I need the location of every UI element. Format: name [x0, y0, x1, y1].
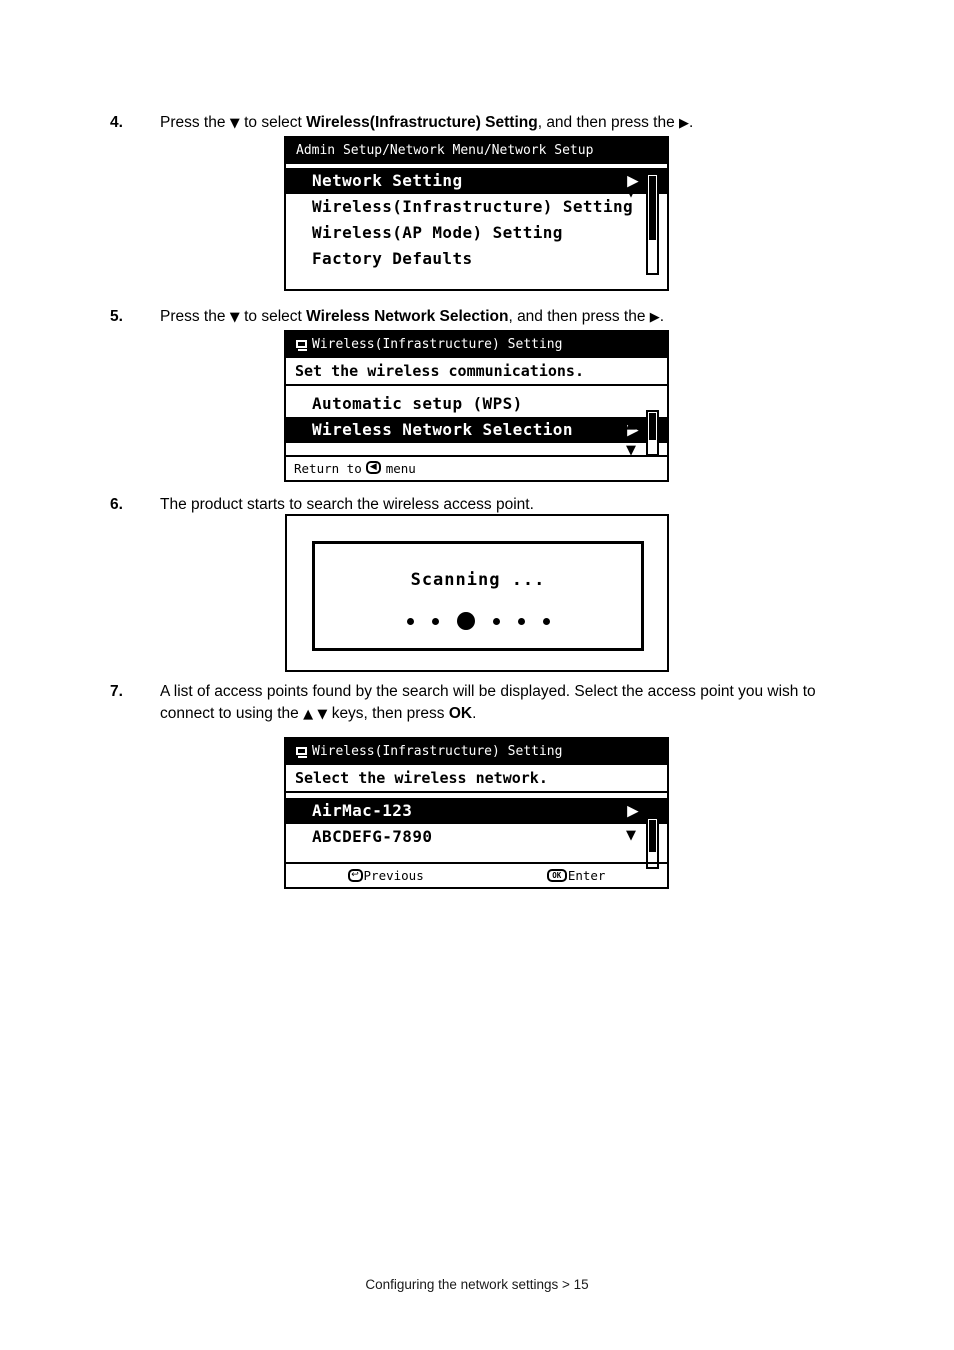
previous-hint[interactable]: ↩ Previous — [347, 868, 424, 883]
lcd-footer-network-select: ↩ Previous OK Enter — [286, 862, 667, 887]
step-4-text-end: . — [689, 114, 694, 131]
up-arrow-icon: ▲ — [303, 707, 314, 722]
lcd-title-network-setup: Admin Setup/Network Menu/Network Setup — [286, 138, 667, 164]
step-6: 6. The product starts to search the wire… — [110, 494, 850, 516]
step-5-text-end: . — [659, 308, 665, 325]
step-5-text-mid: to select — [244, 308, 302, 325]
menu-item-label: Factory Defaults — [312, 249, 473, 268]
scroll-down-caret-icon[interactable]: ▼ — [626, 186, 636, 199]
lcd-menu-list-network-setup: Network Setting ▶ Wireless(Infrastructur… — [286, 164, 667, 276]
lcd-title-wireless-setting: Wireless(Infrastructure) Setting — [286, 332, 667, 358]
menu-item-label: Automatic setup (WPS) — [312, 394, 523, 413]
step-7-number: 7. — [110, 683, 123, 700]
progress-dot — [492, 617, 500, 625]
enter-label: Enter — [567, 868, 606, 883]
step-4-text-before: Press the — [160, 114, 226, 131]
step-5-text-before: Press the — [160, 308, 226, 325]
network-item-airmac-123[interactable]: AirMac-123 ▶ — [286, 798, 667, 824]
lcd-menu-list-wireless-setting: Automatic setup (WPS) Wireless Network S… — [286, 386, 667, 447]
step-7-bold-term: OK — [448, 705, 473, 722]
network-item-abcdefg-7890[interactable]: ABCDEFG-7890 — [286, 824, 667, 850]
scrollbar-thumb[interactable] — [649, 413, 656, 440]
scanning-progress-dots — [315, 612, 641, 630]
step-7: 7. A list of access points found by the … — [110, 681, 850, 726]
scanning-message: Scanning ... — [410, 570, 546, 590]
right-arrow-icon: ▶ — [649, 310, 660, 325]
menu-item-factory-defaults[interactable]: Factory Defaults — [286, 246, 667, 272]
down-arrow-icon: ▼ — [229, 116, 240, 131]
menu-item-label: Network Setting — [312, 171, 463, 190]
network-item-label: ABCDEFG-7890 — [312, 827, 433, 846]
progress-dot-active — [456, 612, 475, 630]
scrollbar-thumb[interactable] — [649, 820, 656, 852]
enter-hint[interactable]: OK Enter — [546, 868, 606, 883]
footer-prefix: Return to — [294, 461, 362, 476]
step-7-text-end: . — [472, 705, 477, 722]
menu-item-wireless-infrastructure-setting[interactable]: Wireless(Infrastructure) Setting — [286, 194, 667, 220]
step-4-text-after: , and then press the — [537, 114, 675, 131]
step-4-text-mid: to select — [244, 114, 302, 131]
lcd-title-network-select: Wireless(Infrastructure) Setting — [286, 739, 667, 765]
step-7-text: A list of access points found by the sea… — [160, 681, 850, 726]
return-to-menu-hint: Return to ◀ menu — [294, 461, 416, 476]
step-4-bold-term: Wireless(Infrastructure) Setting — [306, 114, 538, 131]
back-key-icon[interactable]: ◀ — [365, 461, 381, 474]
document-page: 4. Press the ▼ to select Wireless(Infras… — [0, 0, 954, 1350]
display-icon — [296, 746, 309, 758]
menu-item-automatic-setup-wps[interactable]: Automatic setup (WPS) — [286, 391, 667, 417]
lcd-scrollbar[interactable] — [646, 410, 659, 456]
step-5-text: Press the ▼ to select Wireless Network S… — [160, 306, 850, 329]
step-5-bold-term: Wireless Network Selection — [306, 308, 509, 325]
scroll-up-caret-icon[interactable]: ▲ — [626, 418, 636, 431]
lcd-network-list: AirMac-123 ▶ ABCDEFG-7890 — [286, 793, 667, 854]
display-icon — [296, 339, 309, 351]
down-arrow-icon: ▼ — [229, 310, 240, 325]
step-5-number: 5. — [110, 308, 123, 325]
menu-item-network-setting[interactable]: Network Setting ▶ — [286, 168, 667, 194]
back-key-icon: ↩ — [347, 869, 363, 882]
step-7-text-mid: keys, then press — [331, 705, 445, 722]
footer-suffix: menu — [385, 461, 416, 476]
progress-dot — [517, 617, 525, 625]
step-7-text-before: A list of access points found by the sea… — [160, 683, 816, 722]
scroll-down-caret-icon[interactable]: ▼ — [626, 829, 636, 842]
right-arrow-icon: ▶ — [679, 116, 690, 131]
progress-dot — [406, 617, 414, 625]
menu-item-label: Wireless(Infrastructure) Setting — [312, 197, 634, 216]
lcd-subtitle-wireless-setting: Set the wireless communications. — [286, 358, 667, 386]
progress-dot — [542, 617, 550, 625]
lcd-panel-scanning: Scanning ... — [285, 514, 669, 672]
lcd-subtitle-network-select: Select the wireless network. — [286, 765, 667, 793]
lcd-scrollbar[interactable] — [646, 173, 659, 275]
step-6-number: 6. — [110, 496, 123, 513]
lcd-title-text: Admin Setup/Network Menu/Network Setup — [296, 143, 594, 158]
menu-item-wireless-network-selection[interactable]: Wireless Network Selection ▶ — [286, 417, 667, 443]
menu-item-label: Wireless(AP Mode) Setting — [312, 223, 563, 242]
lcd-panel-network-select: Wireless(Infrastructure) Setting Select … — [284, 737, 669, 889]
menu-item-wireless-ap-mode-setting[interactable]: Wireless(AP Mode) Setting — [286, 220, 667, 246]
lcd-title-text: Wireless(Infrastructure) Setting — [312, 744, 563, 759]
step-6-text: The product starts to search the wireles… — [160, 496, 534, 513]
row-right-arrow-icon: ▶ — [627, 801, 639, 820]
step-5-text-after: , and then press the — [508, 308, 646, 325]
step-4: 4. Press the ▼ to select Wireless(Infras… — [110, 112, 850, 135]
lcd-panel-wireless-setting: Wireless(Infrastructure) Setting Set the… — [284, 330, 669, 482]
lcd-footer-wireless-setting: Return to ◀ menu — [286, 455, 667, 480]
step-4-text: Press the ▼ to select Wireless(Infrastru… — [160, 112, 850, 135]
ok-key-icon: OK — [546, 869, 567, 882]
progress-dot — [431, 617, 439, 625]
down-arrow-icon: ▼ — [317, 707, 328, 722]
network-item-label: AirMac-123 — [312, 801, 413, 820]
menu-item-label: Wireless Network Selection — [312, 420, 573, 439]
previous-label: Previous — [363, 868, 424, 883]
step-4-number: 4. — [110, 114, 123, 131]
lcd-title-text: Wireless(Infrastructure) Setting — [312, 337, 563, 352]
lcd-panel-network-setup: Admin Setup/Network Menu/Network Setup N… — [284, 136, 669, 291]
scanning-inner-frame: Scanning ... — [312, 541, 644, 651]
page-footer: Configuring the network settings > 15 — [365, 1277, 589, 1292]
scrollbar-thumb[interactable] — [649, 176, 656, 240]
step-5: 5. Press the ▼ to select Wireless Networ… — [110, 306, 850, 329]
